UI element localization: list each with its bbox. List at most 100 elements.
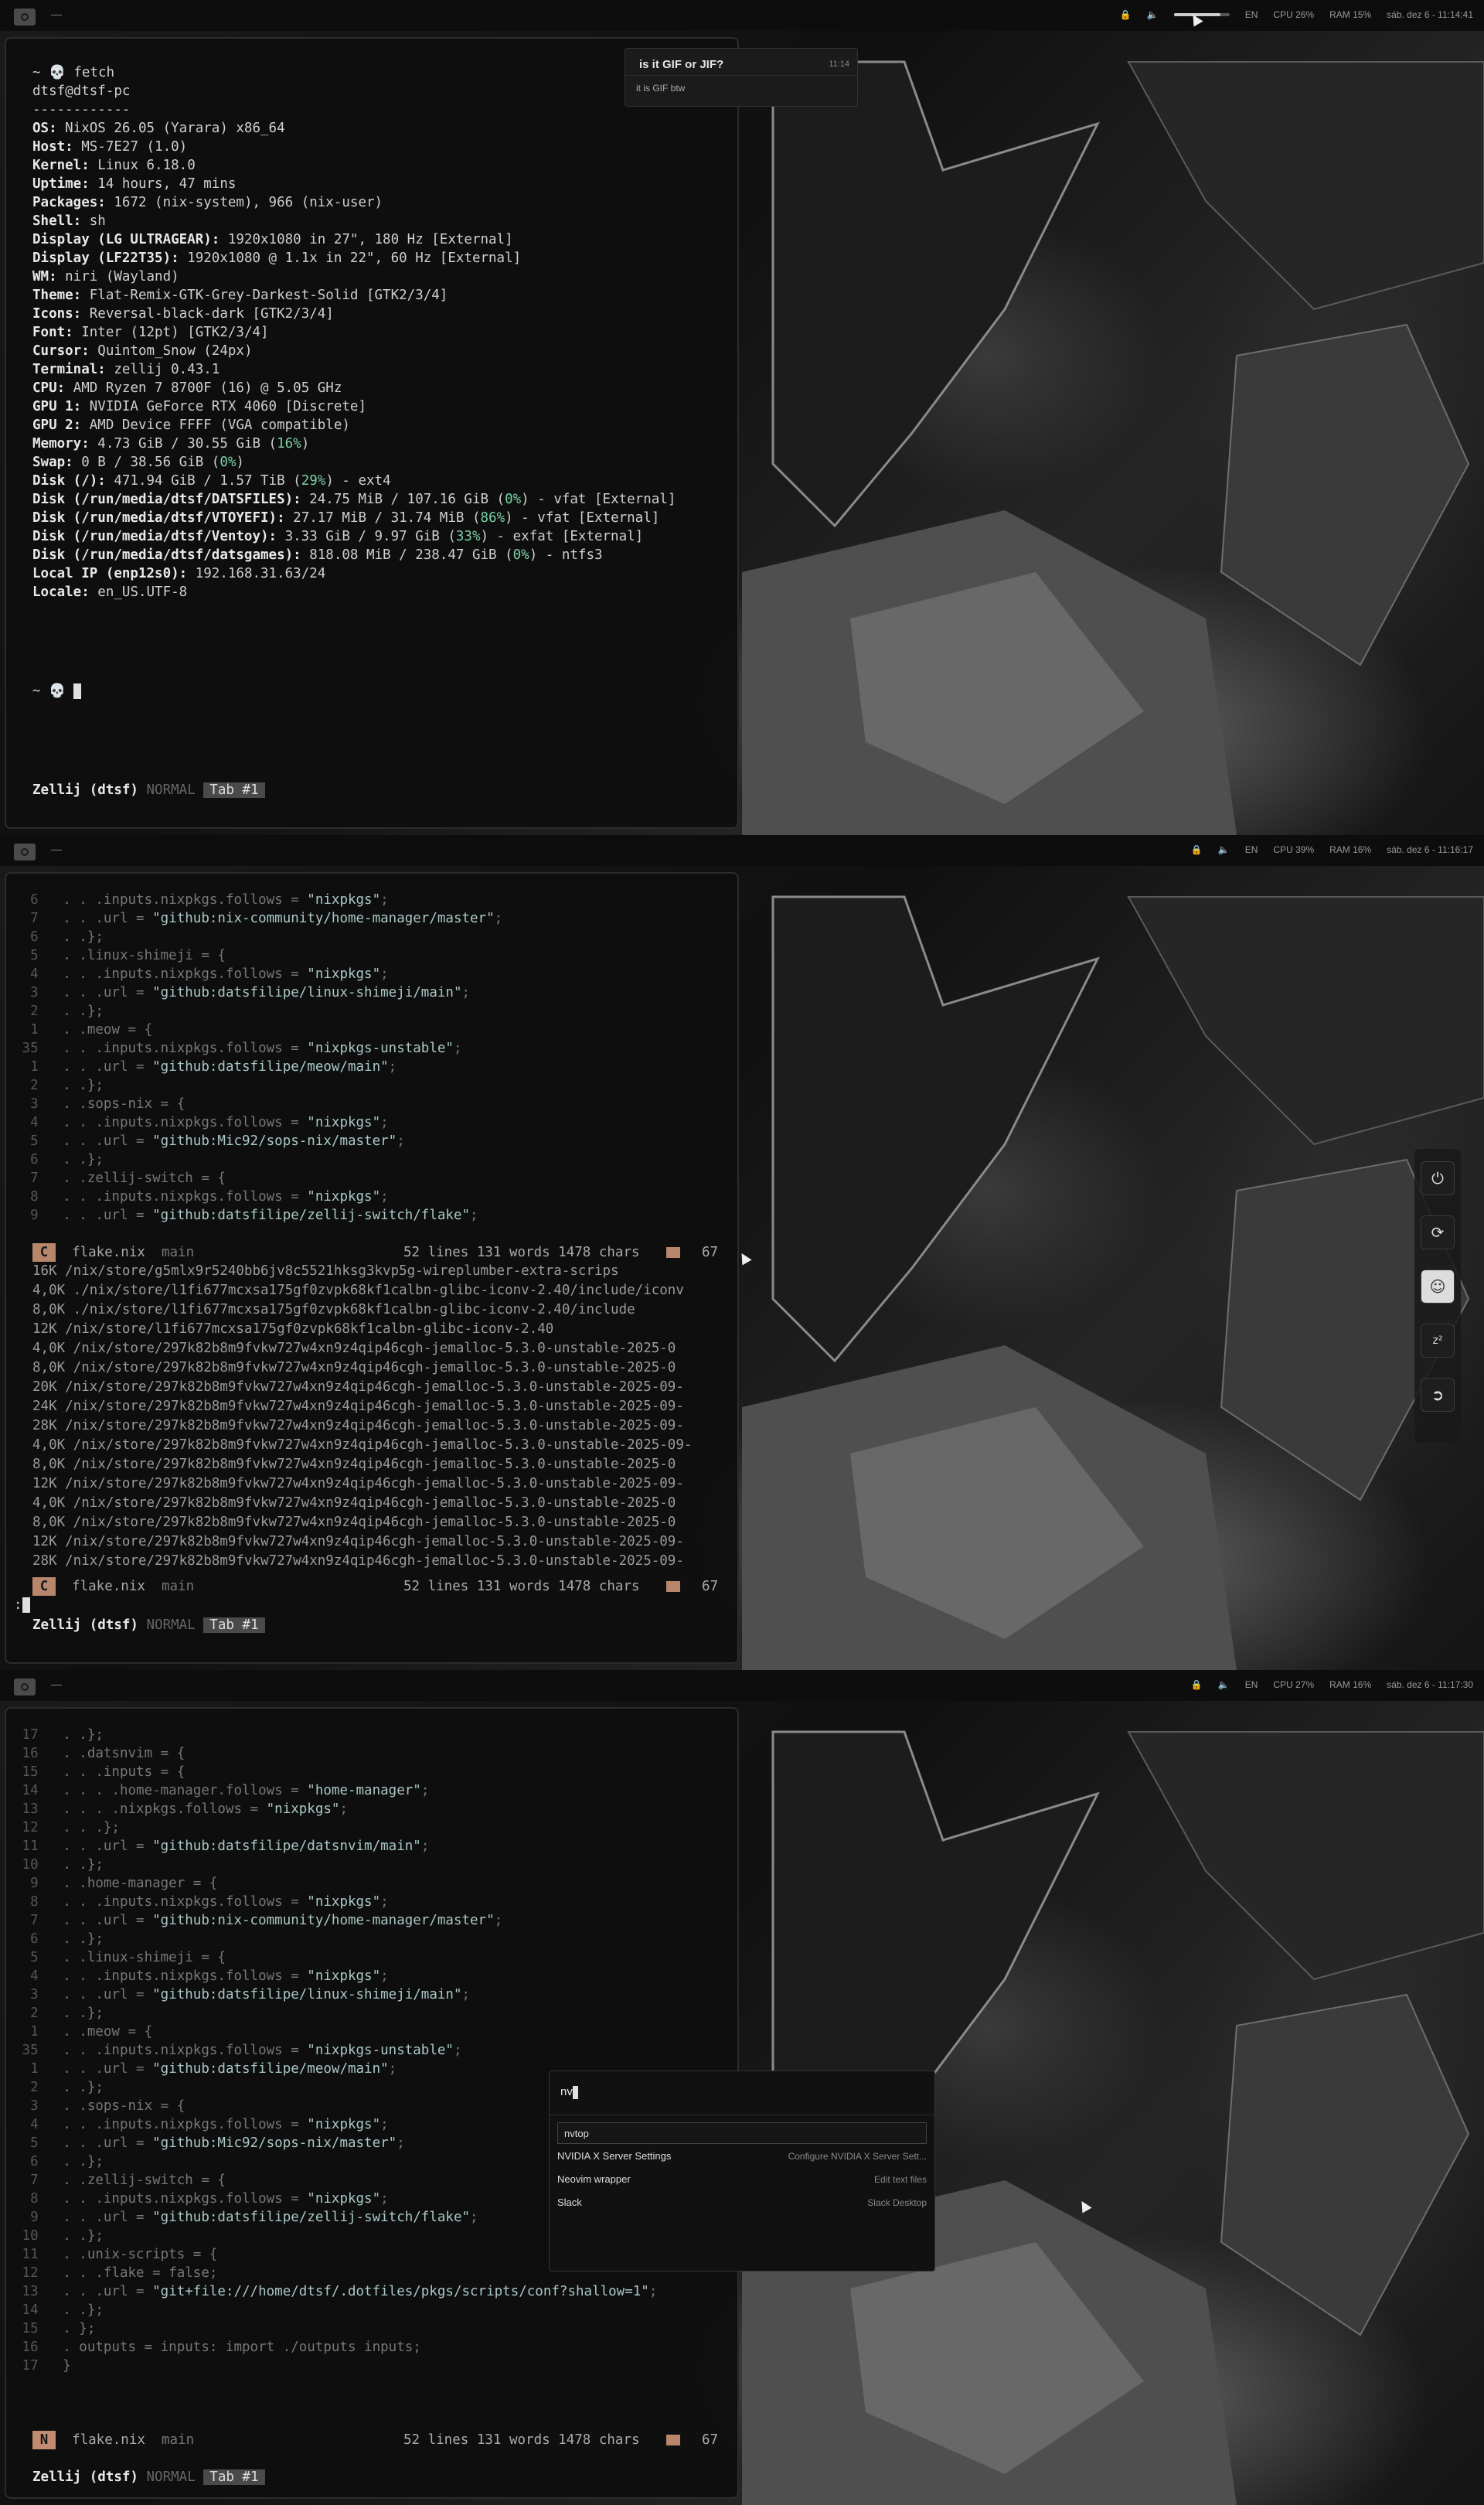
code-line: 5 . . .url = "github:Mic92/sops-nix/mast… bbox=[14, 1133, 405, 1149]
fetch-key: Icons: bbox=[32, 306, 82, 322]
sleep-icon[interactable]: z² bbox=[1421, 1324, 1455, 1358]
prompt-line: ~ 💀 fetch bbox=[32, 65, 115, 80]
line-number: 8 bbox=[14, 1189, 63, 1205]
volume-slider[interactable] bbox=[1173, 13, 1230, 16]
editor-statusline-2: C flake.nix main 52 lines 131 words 1478 … bbox=[32, 1577, 720, 1596]
workspace-button[interactable] bbox=[14, 9, 36, 26]
editor-mode: C bbox=[32, 1577, 56, 1596]
fetch-key: Theme: bbox=[32, 288, 82, 303]
line-number: 1 bbox=[14, 2024, 63, 2040]
fetch-row: GPU 1: NVIDIA GeForce RTX 4060 [Discrete… bbox=[32, 397, 366, 416]
line-number: 8 bbox=[14, 1894, 63, 1910]
window-title: — bbox=[51, 8, 62, 20]
fetch-row: Locale: en_US.UTF-8 bbox=[32, 583, 187, 602]
du-line: 4,0K /nix/store/297k82b8m9fvkw727w4xn9z4… bbox=[32, 1495, 676, 1511]
fetch-row: Font: Inter (12pt) [GTK2/3/4] bbox=[32, 323, 269, 342]
fetch-value: Quintom_Snow (24px) bbox=[89, 343, 253, 359]
reboot-icon[interactable]: ⟳ bbox=[1421, 1215, 1455, 1249]
clock: sáb. dez 6 - 11:17:30 bbox=[1387, 1679, 1473, 1690]
volume-icon[interactable]: 🔈 bbox=[1218, 1679, 1230, 1690]
line-number: 1 bbox=[14, 1022, 63, 1038]
prompt-line-2[interactable]: ~ 💀 bbox=[32, 682, 82, 700]
code-line: 6 . .}; bbox=[14, 929, 104, 945]
fetch-value: 192.168.31.63/24 bbox=[187, 566, 326, 581]
fetch-value: niri (Wayland) bbox=[56, 269, 179, 285]
code-line: 9 . .home-manager = { bbox=[14, 1876, 218, 1891]
fetch-row: Disk (/): 471.94 GiB / 1.57 TiB (29%) - … bbox=[32, 473, 391, 489]
volume-icon[interactable]: 🔈 bbox=[1147, 9, 1159, 20]
du-line: 28K /nix/store/297k82b8m9fvkw727w4xn9z4q… bbox=[32, 1553, 684, 1569]
workspace-button[interactable] bbox=[14, 1679, 36, 1696]
language-indicator[interactable]: EN bbox=[1245, 9, 1258, 20]
launcher-item[interactable]: NVIDIA X Server Settings Configure NVIDIA… bbox=[557, 2145, 927, 2167]
file-name: flake.nix bbox=[72, 1579, 145, 1594]
du-line: 12K /nix/store/297k82b8m9fvkw727w4xn9z4q… bbox=[32, 1476, 684, 1491]
terminal-window[interactable]: ~ 💀 fetch dtsf@dtsf-pc ------------ OS: … bbox=[5, 37, 739, 829]
line-number: 1 bbox=[14, 1059, 63, 1075]
top-bar: — 🔒 🔈 EN CPU 26% RAM 15% sáb. dez 6 - 11… bbox=[0, 0, 1484, 31]
code-line: 2 . .}; bbox=[14, 2080, 104, 2095]
launcher-item[interactable]: nvtop bbox=[557, 2122, 927, 2144]
terminal-window[interactable]: 6 . . .inputs.nixpkgs.follows = "nixpkgs… bbox=[5, 872, 739, 1664]
fetch-row: Display (LF22T35): 1920x1080 @ 1.1x in 2… bbox=[32, 249, 521, 268]
fetch-value: 27.17 MiB / 31.74 MiB ( bbox=[284, 510, 481, 526]
fetch-key: GPU 2: bbox=[32, 418, 82, 433]
fetch-row: Display (LG ULTRAGEAR): 1920x1080 in 27"… bbox=[32, 230, 513, 249]
workspace-button[interactable] bbox=[14, 844, 36, 861]
code-line: 2 . .}; bbox=[14, 1004, 104, 1019]
code-line: 7 . . .url = "github:nix-community/home-… bbox=[14, 911, 503, 926]
line-number: 4 bbox=[14, 1968, 63, 1984]
line-number: 3 bbox=[14, 1987, 63, 2002]
logout-icon[interactable]: ➲ bbox=[1421, 1378, 1455, 1412]
language-indicator[interactable]: EN bbox=[1245, 844, 1258, 855]
fetch-percent: 33% bbox=[455, 529, 481, 544]
volume-icon[interactable]: 🔈 bbox=[1218, 844, 1230, 855]
notification-body: it is GIF btw bbox=[636, 83, 686, 94]
line-number: 4 bbox=[14, 966, 63, 982]
screenshot-1: — 🔒 🔈 EN CPU 26% RAM 15% sáb. dez 6 - 11… bbox=[0, 0, 1484, 835]
zellij-session: Zellij (dtsf) bbox=[32, 782, 138, 798]
zellij-tab[interactable]: Tab #1 bbox=[203, 2469, 265, 2485]
fetch-key: Packages: bbox=[32, 195, 106, 210]
code-line: 8 . . .inputs.nixpkgs.follows = "nixpkgs… bbox=[14, 1894, 389, 1910]
code-line: 35 . . .inputs.nixpkgs.follows = "nixpkg… bbox=[14, 2043, 462, 2058]
code-line: 8 . . .inputs.nixpkgs.follows = "nixpkgs… bbox=[14, 1189, 389, 1205]
command-line[interactable]: : bbox=[14, 1596, 30, 1614]
code-line: 2 . .}; bbox=[14, 2006, 104, 2021]
fetch-percent: 0% bbox=[512, 547, 529, 563]
power-icon[interactable]: ⏻ bbox=[1421, 1161, 1455, 1195]
code-line: 17 } bbox=[14, 2358, 71, 2374]
code-line: 4 . . .inputs.nixpkgs.follows = "nixpkgs… bbox=[14, 1968, 389, 1984]
line-number: 14 bbox=[14, 1783, 63, 1798]
launcher-item[interactable]: Neovim wrapper Edit text files bbox=[557, 2169, 927, 2190]
code-line: 10 . .}; bbox=[14, 1857, 104, 1873]
ram-usage: RAM 16% bbox=[1329, 844, 1372, 855]
code-line: 5 . .linux-shimeji = { bbox=[14, 948, 226, 963]
fetch-row: Disk (/run/media/dtsf/datsgames): 818.08… bbox=[32, 547, 603, 563]
divider bbox=[625, 75, 857, 76]
fetch-key: Display (LF22T35): bbox=[32, 250, 179, 266]
launcher-item[interactable]: Slack Slack Desktop bbox=[557, 2192, 927, 2214]
fetch-key: Local IP (enp12s0): bbox=[32, 566, 188, 581]
line-number: 7 bbox=[14, 1171, 63, 1186]
code-line: 2 . .}; bbox=[14, 1078, 104, 1093]
fetch-key: Uptime: bbox=[32, 176, 90, 192]
language-indicator[interactable]: EN bbox=[1245, 1679, 1258, 1690]
du-line: 4,0K ./nix/store/l1fi677mcxsa175gf0zvpk6… bbox=[32, 1283, 684, 1298]
notification-title: is it GIF or JIF? bbox=[639, 58, 724, 71]
fetch-value: 14 hours, 47 mins bbox=[89, 176, 237, 192]
fetch-value: MS-7E27 (1.0) bbox=[73, 139, 188, 155]
fetch-row: OS: NixOS 26.05 (Yarara) x86_64 bbox=[32, 119, 285, 138]
zellij-tab[interactable]: Tab #1 bbox=[203, 1617, 265, 1633]
fetch-row: Uptime: 14 hours, 47 mins bbox=[32, 175, 236, 193]
fetch-row: Local IP (enp12s0): 192.168.31.63/24 bbox=[32, 564, 325, 583]
zellij-tab[interactable]: Tab #1 bbox=[203, 782, 265, 798]
du-line: 12K /nix/store/l1fi677mcxsa175gf0zvpk68k… bbox=[32, 1321, 554, 1337]
launcher-search-input[interactable]: nv bbox=[550, 2071, 934, 2115]
notification-popup[interactable]: is it GIF or JIF? 11:14 it is GIF btw bbox=[625, 48, 858, 107]
status-area: 🔒 🔈 EN CPU 39% RAM 16% sáb. dez 6 - 11:1… bbox=[1191, 844, 1473, 855]
lock-avatar-icon[interactable]: ☺ bbox=[1421, 1270, 1455, 1304]
lock-icon: 🔒 bbox=[1190, 844, 1203, 855]
ram-usage: RAM 16% bbox=[1329, 1679, 1372, 1690]
fetch-value: zellij 0.43.1 bbox=[105, 362, 220, 377]
